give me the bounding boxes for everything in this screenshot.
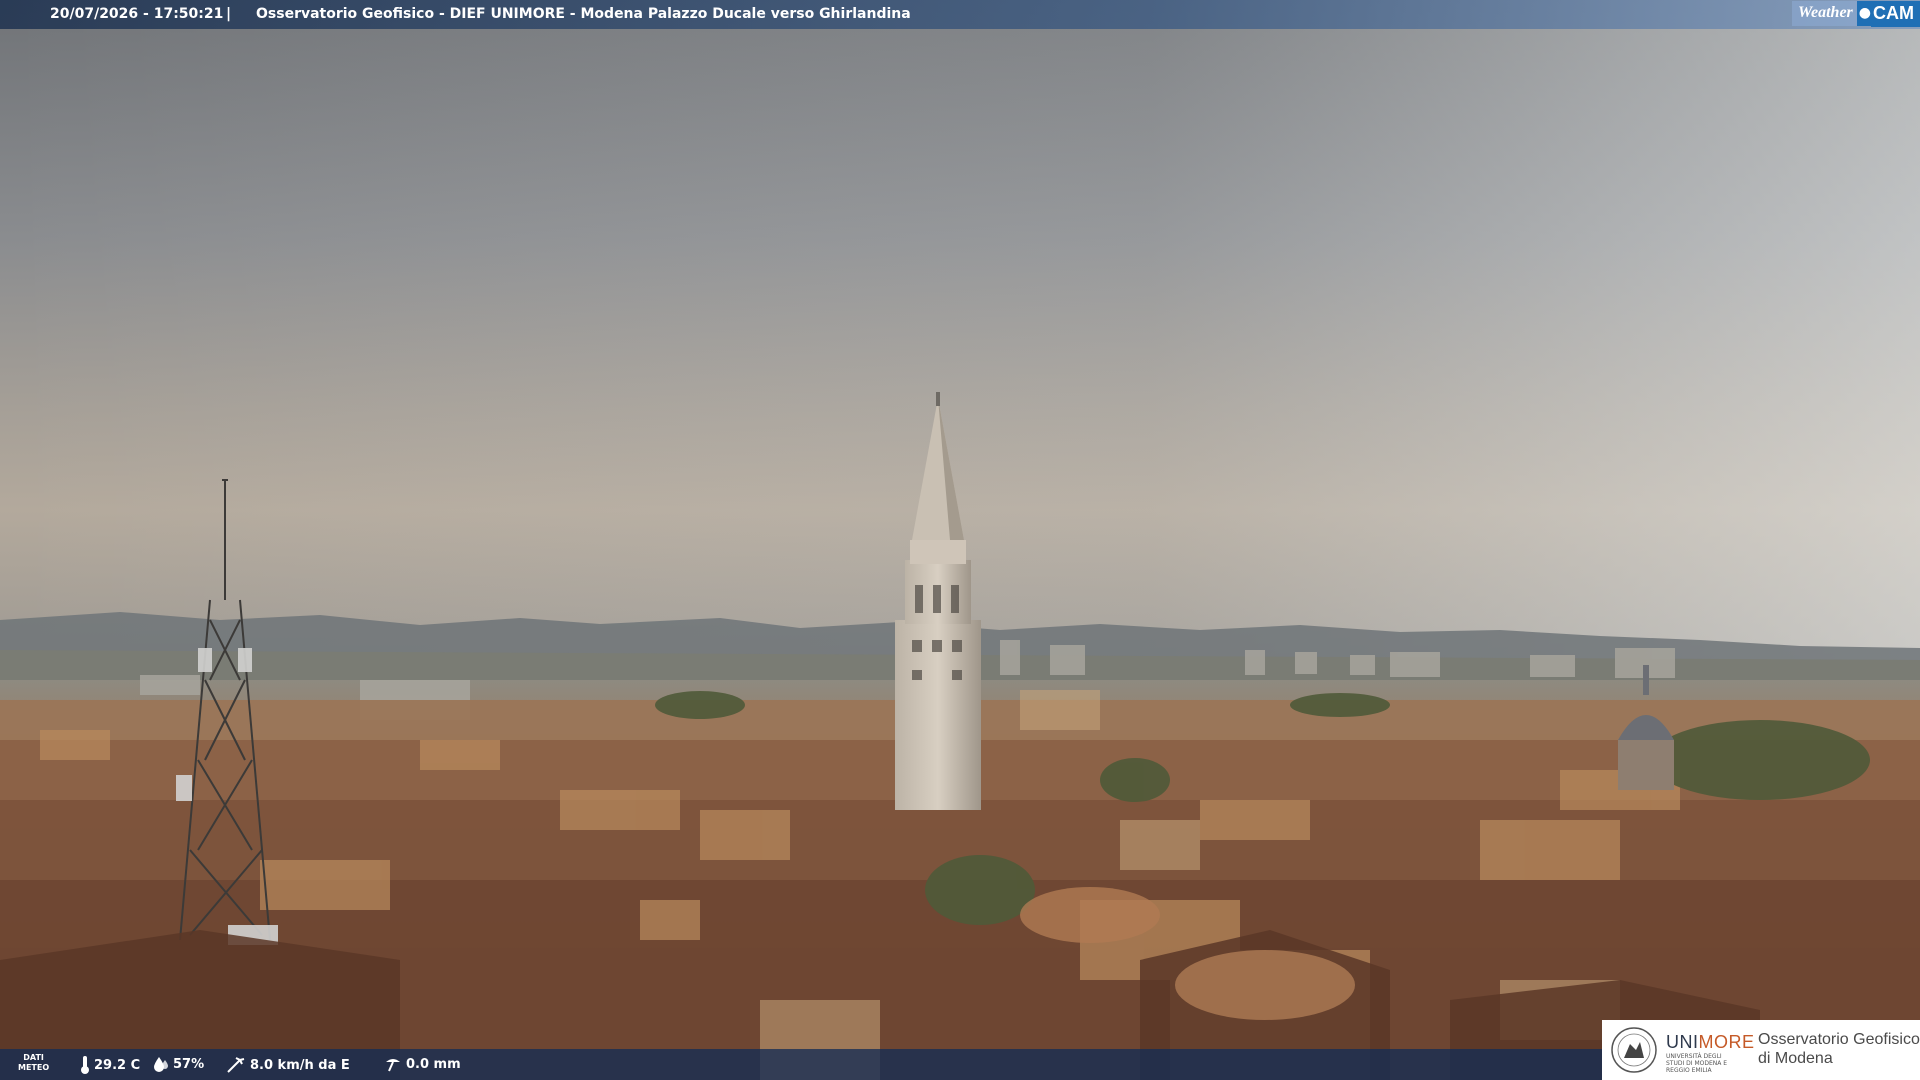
- top-info-bar: 20/07/2026 - 17:50:21 | Osservatorio Geo…: [0, 0, 1920, 29]
- meteo-label-line2: METEO: [18, 1063, 50, 1072]
- datetime-stamp: 20/07/2026 - 17:50:21: [50, 6, 224, 22]
- webcam-photo: [0, 0, 1920, 1080]
- university-seal-icon: [1611, 1027, 1657, 1073]
- unimore-name-uni: UNI: [1666, 1032, 1699, 1052]
- rain-gauge-icon: [386, 1059, 400, 1072]
- observatory-line1: Osservatorio Geofisico: [1758, 1031, 1920, 1048]
- temperature-reading: 29.2 C: [80, 1056, 140, 1074]
- temperature-value: 29.2 C: [94, 1057, 141, 1073]
- unimore-name: UNIMORE: [1666, 1032, 1755, 1053]
- observatory-name: Osservatorio Geofisico di Modena: [1758, 1030, 1920, 1068]
- humidity-drop-icon: [154, 1057, 168, 1072]
- camera-lens-icon: ●: [1856, 1, 1871, 26]
- brand-weather: Weather: [1791, 1, 1857, 26]
- unimore-subtitle: UNIVERSITÀ DEGLI STUDI DI MODENA E REGGI…: [1666, 1053, 1728, 1074]
- camera-title: Osservatorio Geofisico - DIEF UNIMORE - …: [256, 6, 911, 22]
- title-separator: |: [226, 6, 232, 22]
- wind-value: 8.0 km/h da E: [250, 1057, 350, 1073]
- rain-reading: 0.0 mm: [384, 1056, 461, 1072]
- meteo-data-bar: DATI METEO 29.2 C 57% 8.0 km/h da E 0.0 …: [0, 1049, 1602, 1080]
- thermometer-icon: [81, 1056, 89, 1074]
- observatory-line2: di Modena: [1758, 1050, 1833, 1067]
- unimore-logo-box: UNIMORE UNIVERSITÀ DEGLI STUDI DI MODENA…: [1602, 1020, 1920, 1080]
- unimore-name-more: MORE: [1698, 1032, 1755, 1052]
- brand-cam: CAM: [1871, 0, 1920, 27]
- meteo-data-label: DATI METEO: [18, 1053, 49, 1073]
- meteo-label-line1: DATI: [23, 1053, 44, 1062]
- humidity-reading: 57%: [153, 1056, 204, 1072]
- rain-value: 0.0 mm: [406, 1056, 461, 1072]
- wind-reading: 8.0 km/h da E: [226, 1056, 350, 1074]
- humidity-value: 57%: [173, 1056, 205, 1072]
- wind-icon: [227, 1057, 245, 1073]
- weathercam-logo: Weather ● CAM: [1791, 0, 1920, 27]
